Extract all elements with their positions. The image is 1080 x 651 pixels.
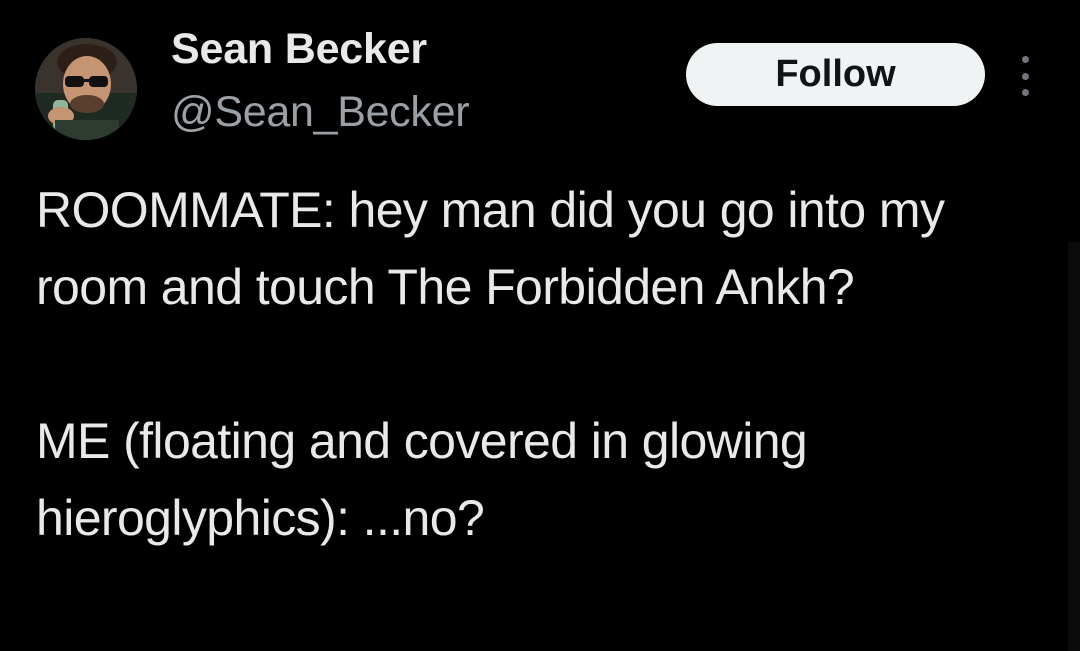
author-handle[interactable]: @Sean_Becker [171,88,470,136]
profile-photo-icon [35,38,137,140]
author-info: Sean Becker @Sean_Becker [171,24,470,136]
vertical-ellipsis-icon [1021,56,1029,63]
tweet-paragraph: ROOMMATE: hey man did you go into my roo… [36,182,945,315]
more-options-button[interactable] [1010,56,1040,96]
vertical-ellipsis-icon [1021,72,1029,80]
vertical-ellipsis-icon [1021,89,1029,96]
tweet-card: Sean Becker @Sean_Becker Follow ROOMMATE… [0,0,1080,651]
tweet-paragraph: ME (floating and covered in glowing hier… [36,413,808,546]
tweet-text: ROOMMATE: hey man did you go into my roo… [36,172,1066,557]
follow-button[interactable]: Follow [686,43,985,106]
avatar[interactable] [35,38,137,140]
author-display-name[interactable]: Sean Becker [171,24,469,74]
scrollbar-track [1068,242,1080,651]
